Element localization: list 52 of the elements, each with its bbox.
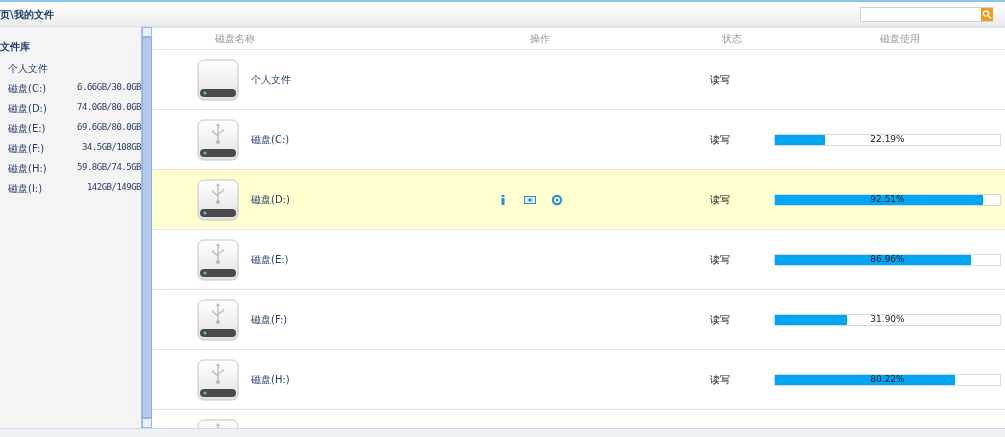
drive-name[interactable]: 磁盘(D:): [251, 192, 290, 207]
sidebar-title: 文件库: [0, 40, 31, 54]
table-row[interactable]: 个人文件 读写: [152, 50, 1005, 110]
usb-drive-icon: [197, 358, 239, 401]
table-row[interactable]: 磁盘(H:) 读写 80.22%: [152, 350, 1005, 410]
breadcrumb: 页\我的文件: [0, 7, 54, 22]
percent-text: 31.90%: [869, 312, 906, 326]
drive-name[interactable]: 磁盘(C:): [251, 132, 290, 147]
sidebar-item[interactable]: 磁盘(I:): [8, 180, 43, 196]
column-header: 磁盘名称: [215, 33, 255, 44]
scrollbar[interactable]: [141, 27, 152, 428]
usage-text: 74.0GB/80.0GB: [77, 101, 141, 115]
sidebar-item[interactable]: 磁盘(H:): [8, 160, 47, 176]
status-text: 读写: [710, 134, 730, 145]
table-row[interactable]: 磁盘(F:) 读写 31.90%: [152, 290, 1005, 350]
drive-name[interactable]: 磁盘(H:): [251, 372, 290, 387]
percent-text: 22.19%: [869, 132, 906, 146]
sidebar-item[interactable]: 磁盘(D:): [8, 100, 47, 116]
status-text: 读写: [710, 374, 730, 385]
status-text: 读写: [710, 74, 730, 85]
drive-name[interactable]: 磁盘(E:): [251, 252, 289, 267]
status-text: 读写: [710, 254, 730, 265]
percent-text: 86.96%: [869, 252, 906, 266]
drive-name[interactable]: 个人文件: [251, 72, 291, 87]
drive-icon: [197, 58, 239, 101]
sidebar-item[interactable]: 磁盘(E:): [8, 120, 46, 136]
table-row[interactable]: 磁盘(D:) 读写 92.51%: [152, 170, 1005, 230]
usage-text: 69.6GB/80.0GB: [77, 121, 141, 135]
usb-drive-icon: [197, 238, 239, 281]
percent-text: 92.51%: [869, 192, 906, 206]
usage-text: 6.66GB/30.0GB: [77, 81, 141, 95]
table-row[interactable]: 磁盘(E:) 读写 86.96%: [152, 230, 1005, 290]
search-field[interactable]: [860, 7, 993, 22]
usb-drive-icon: [197, 178, 239, 221]
usage-text: 34.5GB/108GB: [81, 141, 141, 155]
status-text: 读写: [710, 194, 730, 205]
usage-text: 142GB/149GB: [86, 181, 141, 195]
usb-drive-icon: [197, 118, 239, 161]
sidebar-item[interactable]: 磁盘(C:): [8, 80, 47, 96]
status-text: 读写: [710, 314, 730, 325]
usage-text: 59.8GB/74.5GB: [77, 161, 141, 175]
settings-icon[interactable]: [551, 193, 563, 206]
sidebar-item[interactable]: 磁盘(F:): [8, 140, 45, 156]
scrollbar[interactable]: [0, 428, 1005, 437]
column-header: 磁盘使用: [880, 33, 920, 44]
column-header: 操作: [530, 33, 550, 44]
usb-drive-icon: [197, 298, 239, 341]
image-icon[interactable]: [524, 193, 536, 206]
drive-name[interactable]: 磁盘(F:): [251, 312, 288, 327]
percent-text: 80.22%: [869, 372, 906, 386]
column-header: 状态: [722, 33, 742, 44]
sidebar-item[interactable]: 个人文件: [8, 60, 48, 76]
